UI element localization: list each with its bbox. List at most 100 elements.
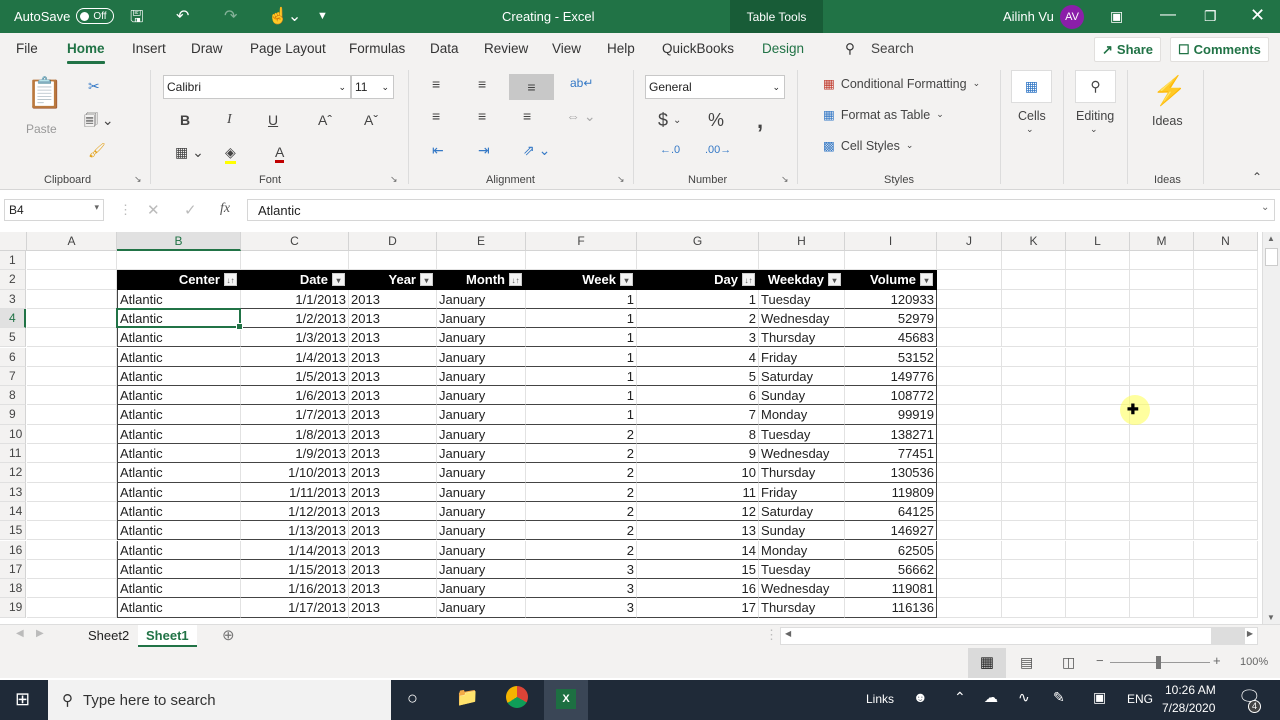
cell-c9[interactable]: 1/7/2013 xyxy=(241,405,349,425)
cell-h7[interactable]: Saturday xyxy=(759,366,845,387)
table-header-month[interactable]: Month ↓↑ xyxy=(437,270,526,290)
row-header-18[interactable]: 18 xyxy=(0,579,26,599)
cell-a10[interactable] xyxy=(27,424,117,444)
cell-n5[interactable] xyxy=(1194,328,1258,348)
cell-f12[interactable]: 2 xyxy=(526,463,637,483)
cell-l19[interactable] xyxy=(1066,598,1130,618)
cell-j18[interactable] xyxy=(937,579,1002,599)
cell-n12[interactable] xyxy=(1194,463,1258,483)
scroll-up-icon[interactable]: ▲ xyxy=(1267,234,1275,243)
cell-j13[interactable] xyxy=(937,482,1002,502)
row-header-5[interactable]: 5 xyxy=(0,328,26,348)
cell-a6[interactable] xyxy=(27,347,117,367)
cell-l12[interactable] xyxy=(1066,463,1130,483)
cell-j9[interactable] xyxy=(937,405,1002,425)
cell-a5[interactable] xyxy=(27,328,117,348)
customize-qat-icon[interactable]: ▼ xyxy=(317,10,328,22)
tab-file[interactable]: File xyxy=(16,41,38,56)
file-explorer-icon[interactable]: 📁 xyxy=(456,687,478,708)
cell-f5[interactable]: 1 xyxy=(526,328,637,348)
cell-b6[interactable]: Atlantic xyxy=(117,347,241,367)
sort-filter-icon[interactable]: ↓↑ xyxy=(224,273,237,287)
tab-splitter-grip[interactable]: ⋮ xyxy=(765,627,778,643)
input-language[interactable]: ENG xyxy=(1127,692,1153,706)
cell-l7[interactable] xyxy=(1066,366,1130,387)
search-icon[interactable]: ⚲ xyxy=(845,41,855,57)
cell-h17[interactable]: Tuesday xyxy=(759,559,845,580)
normal-view-icon[interactable]: ▦ xyxy=(968,648,1006,678)
zoom-in-button[interactable]: + xyxy=(1213,653,1221,668)
cell-a14[interactable] xyxy=(27,501,117,522)
cell-d16[interactable]: 2013 xyxy=(349,540,437,560)
bottom-align-icon[interactable]: ≡ xyxy=(509,74,554,100)
cell-b10[interactable]: Atlantic xyxy=(117,424,241,444)
cell-f11[interactable]: 2 xyxy=(526,444,637,464)
cell-e19[interactable]: January xyxy=(437,598,526,618)
cell-n7[interactable] xyxy=(1194,366,1258,387)
cell-e16[interactable]: January xyxy=(437,540,526,560)
collapse-ribbon-icon[interactable]: ⌃ xyxy=(1252,170,1262,184)
cell-h19[interactable]: Thursday xyxy=(759,598,845,618)
column-header-g[interactable]: G xyxy=(637,232,759,251)
cell-k1[interactable] xyxy=(1002,251,1066,271)
cell-i19[interactable]: 116136 xyxy=(845,598,937,618)
cell-m13[interactable] xyxy=(1130,482,1194,502)
cell-c10[interactable]: 1/8/2013 xyxy=(241,424,349,444)
increase-indent-icon[interactable]: ⇥ xyxy=(478,142,490,159)
cell-k16[interactable] xyxy=(1002,540,1066,560)
middle-align-icon[interactable]: ≡ xyxy=(478,76,486,92)
cell-m7[interactable] xyxy=(1130,366,1194,387)
ribbon-display-options-icon[interactable]: ▣ xyxy=(1110,8,1123,25)
cell-h6[interactable]: Friday xyxy=(759,347,845,367)
cell-l18[interactable] xyxy=(1066,579,1130,599)
cell-j15[interactable] xyxy=(937,521,1002,541)
cell-styles-button[interactable]: ▩ Cell Styles ⌄ xyxy=(823,138,913,154)
cell-n3[interactable] xyxy=(1194,289,1258,309)
cell-h12[interactable]: Thursday xyxy=(759,463,845,483)
cell-n19[interactable] xyxy=(1194,598,1258,618)
fill-color-icon[interactable]: ◈ xyxy=(225,144,236,164)
row-header-8[interactable]: 8 xyxy=(0,386,26,406)
pen-icon[interactable]: ✎ xyxy=(1053,689,1065,706)
cell-e15[interactable]: January xyxy=(437,521,526,541)
table-header-weekday[interactable]: Weekday ▾ xyxy=(759,270,845,290)
page-break-view-icon[interactable]: ◫ xyxy=(1062,654,1075,671)
cell-i18[interactable]: 119081 xyxy=(845,579,937,599)
cell-g8[interactable]: 6 xyxy=(637,386,759,406)
cell-n11[interactable] xyxy=(1194,444,1258,464)
cell-l16[interactable] xyxy=(1066,540,1130,560)
cell-c8[interactable]: 1/6/2013 xyxy=(241,386,349,406)
cortana-icon[interactable]: ○ xyxy=(407,688,418,709)
cell-f16[interactable]: 2 xyxy=(526,540,637,560)
italic-button[interactable]: I xyxy=(227,112,232,128)
cell-h4[interactable]: Wednesday xyxy=(759,308,845,329)
tab-insert[interactable]: Insert xyxy=(132,41,166,56)
increase-decimal-icon[interactable]: ←.0 xyxy=(660,144,680,156)
cell-k5[interactable] xyxy=(1002,328,1066,348)
cell-b9[interactable]: Atlantic xyxy=(117,405,241,425)
cell-k8[interactable] xyxy=(1002,386,1066,406)
close-icon[interactable]: ✕ xyxy=(1250,5,1265,26)
find-icon[interactable]: ⚲ xyxy=(1075,70,1116,103)
cell-c4[interactable]: 1/2/2013 xyxy=(241,308,349,329)
wrap-text-icon[interactable]: ab↵ xyxy=(570,76,593,90)
cell-c14[interactable]: 1/12/2013 xyxy=(241,501,349,522)
cell-k4[interactable] xyxy=(1002,308,1066,329)
cell-g18[interactable]: 16 xyxy=(637,579,759,599)
cell-g12[interactable]: 10 xyxy=(637,463,759,483)
cell-f14[interactable]: 2 xyxy=(526,501,637,522)
align-left-icon[interactable]: ≡ xyxy=(432,108,440,124)
table-header-volume[interactable]: Volume ▾ xyxy=(845,270,937,290)
cell-e5[interactable]: January xyxy=(437,328,526,348)
cell-f7[interactable]: 1 xyxy=(526,366,637,387)
tab-view[interactable]: View xyxy=(552,41,581,56)
format-painter-icon[interactable]: 🖌 xyxy=(88,142,106,159)
minimize-icon[interactable]: — xyxy=(1160,6,1176,24)
chevron-down-icon[interactable]: ⌄ xyxy=(1026,124,1034,135)
cell-b16[interactable]: Atlantic xyxy=(117,540,241,560)
cell-n4[interactable] xyxy=(1194,308,1258,329)
cell-b1[interactable] xyxy=(117,251,241,271)
formula-input[interactable]: Atlantic xyxy=(247,199,1275,221)
column-header-k[interactable]: K xyxy=(1002,232,1066,251)
cell-m18[interactable] xyxy=(1130,579,1194,599)
